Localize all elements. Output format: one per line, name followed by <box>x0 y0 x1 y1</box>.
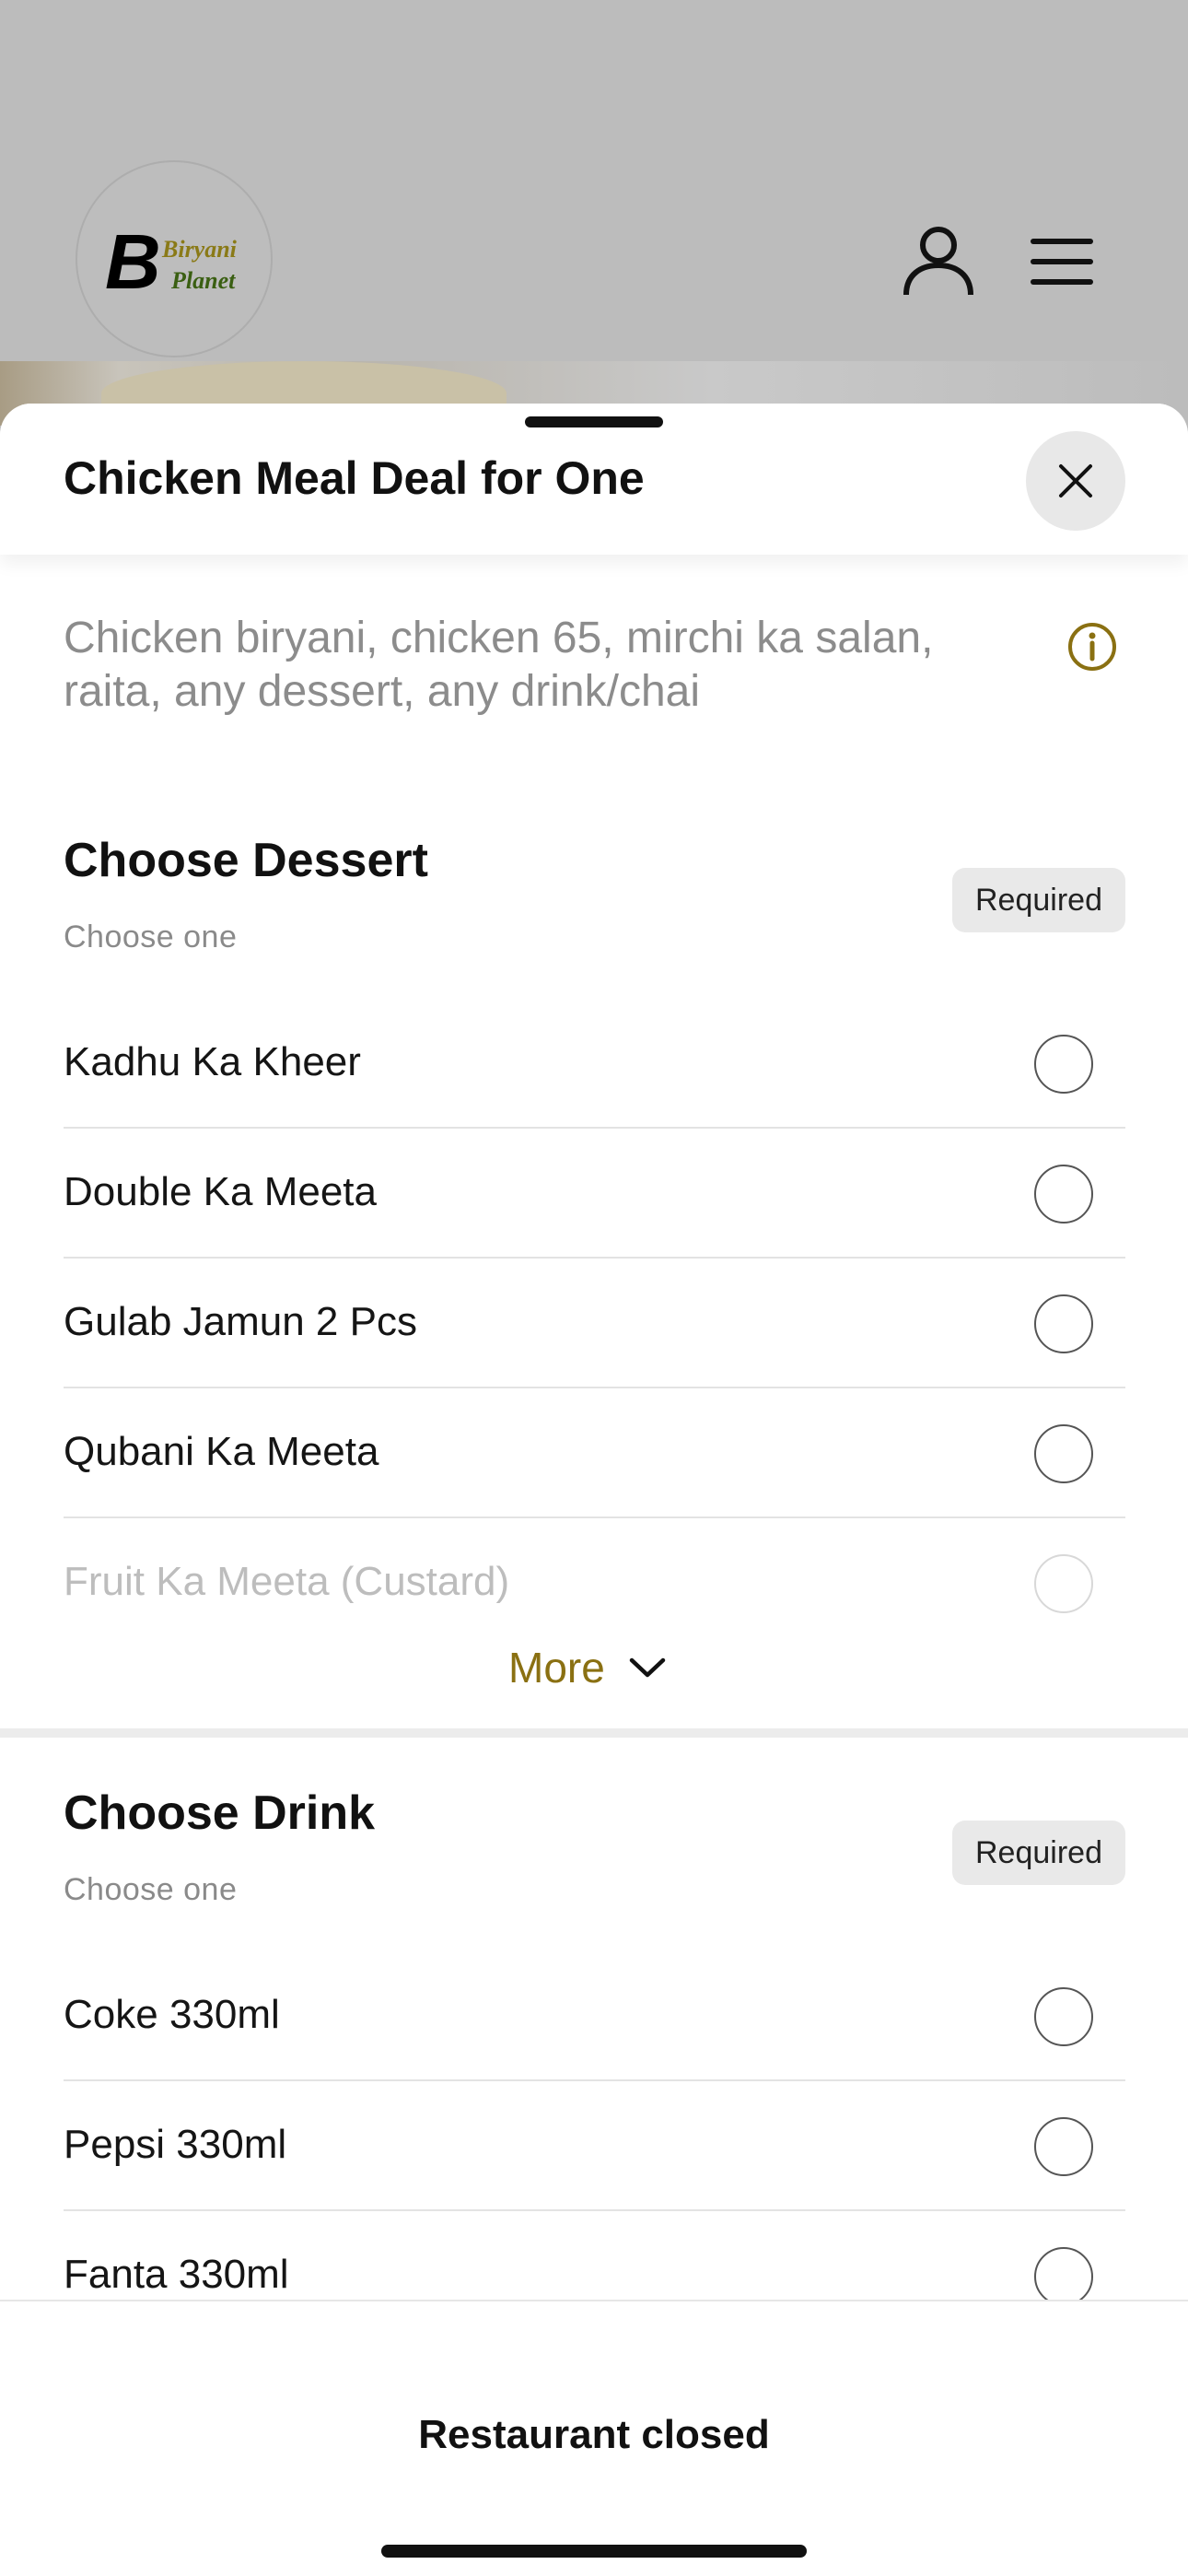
item-title: Chicken Meal Deal for One <box>64 452 645 504</box>
restaurant-header: B Biryani Planet <box>0 0 1188 361</box>
option-label: Fanta 330ml <box>64 2252 289 2297</box>
option-label: Gulab Jamun 2 Pcs <box>64 1299 417 1344</box>
user-icon[interactable] <box>903 225 974 297</box>
option-label: Double Ka Meeta <box>64 1169 377 1214</box>
more-label: More <box>508 1644 605 1692</box>
radio-button[interactable] <box>1034 1165 1093 1224</box>
home-indicator[interactable] <box>381 2545 807 2558</box>
logo-line-2: Planet <box>171 267 236 294</box>
chevron-down-icon <box>629 1657 666 1678</box>
close-button[interactable] <box>1026 431 1125 531</box>
item-sheet: Chicken Meal Deal for One Chicken biryan… <box>0 404 1188 2576</box>
dessert-option[interactable]: Qubani Ka Meeta <box>64 1388 1125 1518</box>
sheet-footer: Restaurant closed <box>0 2300 1188 2576</box>
radio-button[interactable] <box>1034 1987 1093 2046</box>
radio-button[interactable] <box>1034 2247 1093 2306</box>
dessert-option[interactable]: Fruit Ka Meeta (Custard) <box>64 1518 1125 1648</box>
screen: B Biryani Planet Chicken Meal Deal for O… <box>0 0 1188 2576</box>
dessert-option[interactable]: Gulab Jamun 2 Pcs <box>64 1259 1125 1388</box>
logo-letter: B <box>105 218 161 305</box>
section-divider <box>0 1728 1188 1738</box>
dessert-section-title: Choose Dessert <box>64 834 428 887</box>
sheet-header: Chicken Meal Deal for One <box>0 404 1188 555</box>
dessert-required-badge: Required <box>952 868 1125 932</box>
drink-option[interactable]: Pepsi 330ml <box>64 2081 1125 2211</box>
close-icon <box>1059 464 1092 498</box>
drink-option[interactable]: Coke 330ml <box>64 1951 1125 2081</box>
restaurant-logo[interactable]: B Biryani Planet <box>76 160 273 357</box>
radio-button[interactable] <box>1034 1424 1093 1483</box>
restaurant-status: Restaurant closed <box>418 2412 770 2457</box>
drink-required-badge: Required <box>952 1821 1125 1885</box>
dessert-option[interactable]: Kadhu Ka Kheer <box>64 999 1125 1129</box>
more-button[interactable]: More <box>508 1640 666 1695</box>
menu-icon[interactable] <box>1030 236 1094 287</box>
drink-section-title: Choose Drink <box>64 1786 376 1840</box>
logo-line-1: Biryani <box>162 236 237 263</box>
radio-button[interactable] <box>1034 1035 1093 1094</box>
option-label: Fruit Ka Meeta (Custard) <box>64 1559 510 1604</box>
option-label: Kadhu Ka Kheer <box>64 1039 361 1084</box>
option-label: Coke 330ml <box>64 1992 280 2037</box>
radio-button[interactable] <box>1034 1294 1093 1353</box>
radio-button[interactable] <box>1034 2117 1093 2176</box>
dessert-option[interactable]: Double Ka Meeta <box>64 1129 1125 1259</box>
radio-button[interactable] <box>1034 1554 1093 1613</box>
info-icon[interactable] <box>1066 621 1118 673</box>
option-label: Qubani Ka Meeta <box>64 1429 379 1474</box>
dessert-section-subtitle: Choose one <box>64 919 238 954</box>
drink-section-subtitle: Choose one <box>64 1872 238 1907</box>
option-label: Pepsi 330ml <box>64 2122 287 2167</box>
item-description: Chicken biryani, chicken 65, mirchi ka s… <box>64 614 934 716</box>
sheet-grabber[interactable] <box>525 416 663 427</box>
